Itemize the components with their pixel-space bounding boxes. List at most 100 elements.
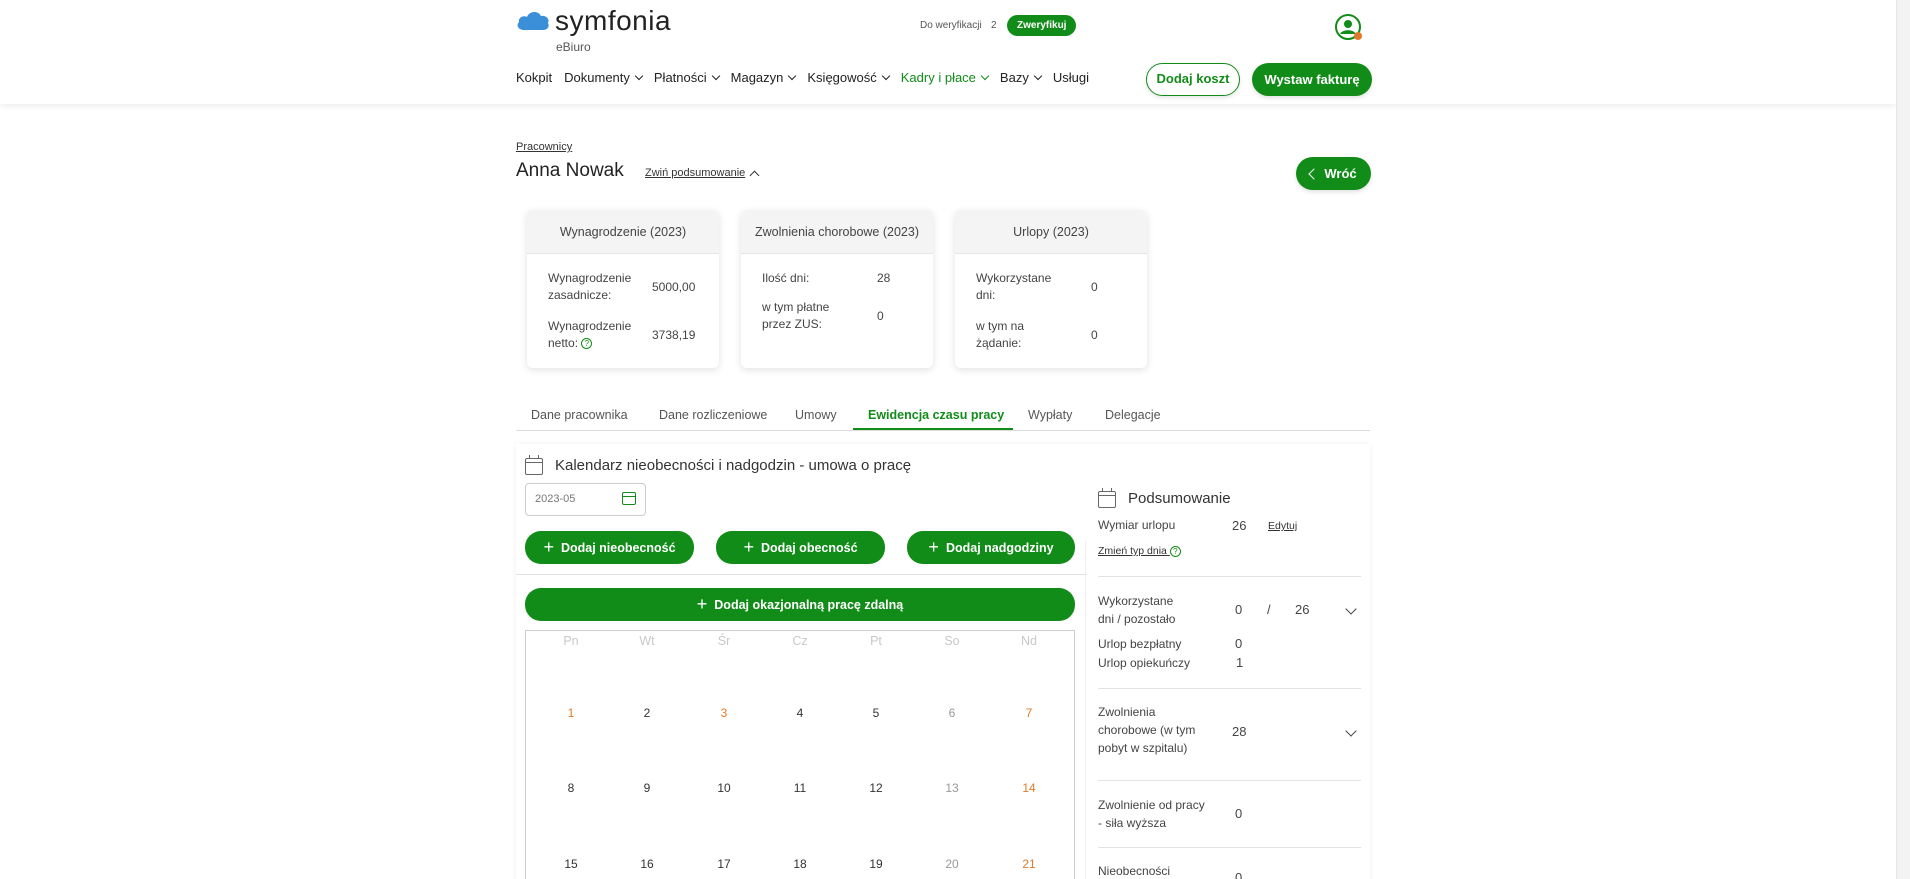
edit-leave-link[interactable]: Edytuj [1268, 520, 1297, 532]
calendar-day[interactable]: 18 [780, 857, 820, 871]
weekday-header: Pn [563, 634, 579, 648]
vacation-card: Urlopy (2023) Wykorzystane dni: 0 w tym n… [955, 210, 1147, 368]
calendar-picker-icon[interactable] [622, 492, 636, 505]
add-remote-work-label: Dodaj okazjonalną pracę zdalną [714, 597, 904, 612]
issue-invoice-button[interactable]: Wystaw fakturę [1252, 63, 1372, 96]
change-day-type-link[interactable]: Zmień typ dnia ? [1098, 545, 1181, 557]
calendar-day[interactable]: 16 [627, 857, 667, 871]
verify-count: 2 [991, 20, 997, 31]
back-button[interactable]: Wróć [1296, 157, 1371, 190]
collapse-summary-label: Zwiń podsumowanie [645, 167, 746, 179]
add-presence-button[interactable]: + Dodaj obecność [716, 531, 885, 564]
summary-divider [1098, 847, 1361, 848]
breadcrumb[interactable]: Pracownicy [516, 141, 572, 153]
calendar-day[interactable]: 6 [932, 706, 972, 720]
summary-separator [1085, 540, 1086, 879]
weekday-header: Pt [870, 634, 882, 648]
calendar-section-title: Kalendarz nieobecności i nadgodzin - umo… [555, 457, 912, 474]
calendar-day[interactable]: 14 [1009, 781, 1049, 795]
calendar-day[interactable]: 10 [704, 781, 744, 795]
calendar-day[interactable]: 13 [932, 781, 972, 795]
add-overtime-button[interactable]: + Dodaj nadgodziny [907, 531, 1075, 564]
card-row-value: 0 [1091, 328, 1098, 342]
add-cost-button[interactable]: Dodaj koszt [1146, 63, 1240, 96]
calendar-day[interactable]: 21 [1009, 857, 1049, 871]
sub-logo: eBiuro [556, 40, 591, 54]
main-nav: Kokpit Dokumenty Płatności Magazyn Księg… [516, 70, 1101, 85]
tab-contracts[interactable]: Umowy [795, 408, 837, 422]
add-remote-work-button[interactable]: + Dodaj okazjonalną pracę zdalną [525, 588, 1075, 621]
nav-bazy[interactable]: Bazy [1000, 70, 1043, 85]
nav-platnosci[interactable]: Płatności [654, 70, 720, 85]
card-row-label: Wynagrodzenie zasadnicze: [548, 271, 632, 302]
plus-icon: + [543, 536, 554, 557]
absences-value: 0 [1235, 870, 1243, 879]
calendar-day[interactable]: 8 [551, 781, 591, 795]
nav-dokumenty[interactable]: Dokumenty [564, 70, 644, 85]
calendar-day[interactable]: 4 [780, 706, 820, 720]
calendar-day[interactable]: 3 [704, 706, 744, 720]
help-icon[interactable]: ? [581, 338, 593, 350]
verify-label: Do weryfikacji [920, 20, 982, 31]
card-row-label: w tym płatne przez ZUS: [762, 300, 830, 331]
summary-divider [1098, 688, 1361, 689]
calendar-day[interactable]: 15 [551, 857, 591, 871]
calendar-day[interactable]: 5 [856, 706, 896, 720]
nav-uslugi[interactable]: Usługi [1053, 70, 1089, 85]
buttons-divider [516, 574, 1087, 575]
plus-icon: + [743, 536, 754, 557]
page-scrollbar[interactable] [1896, 0, 1910, 879]
user-avatar-icon[interactable] [1334, 13, 1364, 43]
calendar-day[interactable]: 19 [856, 857, 896, 871]
used-days-value: 0 [1235, 602, 1243, 617]
calendar-day[interactable]: 2 [627, 706, 667, 720]
tab-settlement-data[interactable]: Dane rozliczeniowe [659, 408, 767, 422]
top-header: symfonia eBiuro Do weryfikacji 2 Zweryfi… [0, 0, 1896, 104]
sick-leave-card: Zwolnienia chorobowe (2023) Ilość dni: 2… [741, 210, 933, 368]
calendar-day[interactable]: 20 [932, 857, 972, 871]
logo-text[interactable]: symfonia [555, 5, 671, 37]
calendar-day[interactable]: 17 [704, 857, 744, 871]
tab-employee-data[interactable]: Dane pracownika [531, 408, 628, 422]
remaining-days-value: 26 [1295, 602, 1310, 617]
leave-entitlement-value: 26 [1232, 518, 1247, 533]
calendar-day[interactable]: 9 [627, 781, 667, 795]
nav-kadry-i-place[interactable]: Kadry i płace [901, 70, 990, 85]
weekday-header: Nd [1021, 634, 1037, 648]
calendar-day[interactable]: 12 [856, 781, 896, 795]
chevron-left-icon [1308, 167, 1321, 180]
sick-leave-value: 28 [1232, 724, 1247, 739]
unpaid-leave-value: 0 [1235, 636, 1243, 651]
page-title: Anna Nowak [516, 160, 624, 181]
card-row-value: 0 [877, 309, 884, 323]
calendar-day[interactable]: 11 [780, 781, 820, 795]
nav-kokpit[interactable]: Kokpit [516, 70, 552, 85]
calendar-day[interactable]: 7 [1009, 706, 1049, 720]
collapse-summary-link[interactable]: Zwiń podsumowanie [645, 167, 760, 180]
nav-ksiegowosc[interactable]: Księgowość [807, 70, 891, 85]
weekday-header: Śr [717, 634, 731, 648]
employee-tabs: Dane pracownika Dane rozliczeniowe Umowy… [516, 406, 1370, 431]
verify-button[interactable]: Zweryfikuj [1007, 15, 1077, 36]
leave-entitlement-label: Wymiar urlopu [1098, 518, 1176, 532]
card-row-value: 5000,00 [652, 280, 696, 294]
tab-time-records[interactable]: Ewidencja czasu pracy [868, 408, 1004, 422]
help-icon[interactable]: ? [1169, 545, 1181, 557]
tab-delegations[interactable]: Delegacje [1105, 408, 1161, 422]
used-days-label: Wykorzystane dni / pozostało [1098, 594, 1176, 626]
tab-payouts[interactable]: Wypłaty [1028, 408, 1072, 422]
chevron-down-icon [634, 71, 644, 80]
card-title: Urlopy (2023) [955, 210, 1147, 254]
calendar-day[interactable]: 1 [551, 706, 591, 720]
add-absence-button[interactable]: + Dodaj nieobecność [525, 531, 694, 564]
card-row-value: 0 [1091, 280, 1098, 294]
card-row-label: Wynagrodzenie netto: ? [548, 319, 632, 350]
card-row-label: w tym na żądanie: [976, 319, 1025, 350]
chevron-down-icon [1033, 71, 1043, 80]
nav-magazyn[interactable]: Magazyn [731, 70, 797, 85]
plus-icon: + [696, 593, 708, 614]
weekday-header: Cz [792, 634, 808, 648]
card-row-label: Ilość dni: [762, 271, 810, 285]
cloud-logo-icon [517, 11, 549, 30]
add-overtime-label: Dodaj nadgodziny [945, 540, 1054, 555]
